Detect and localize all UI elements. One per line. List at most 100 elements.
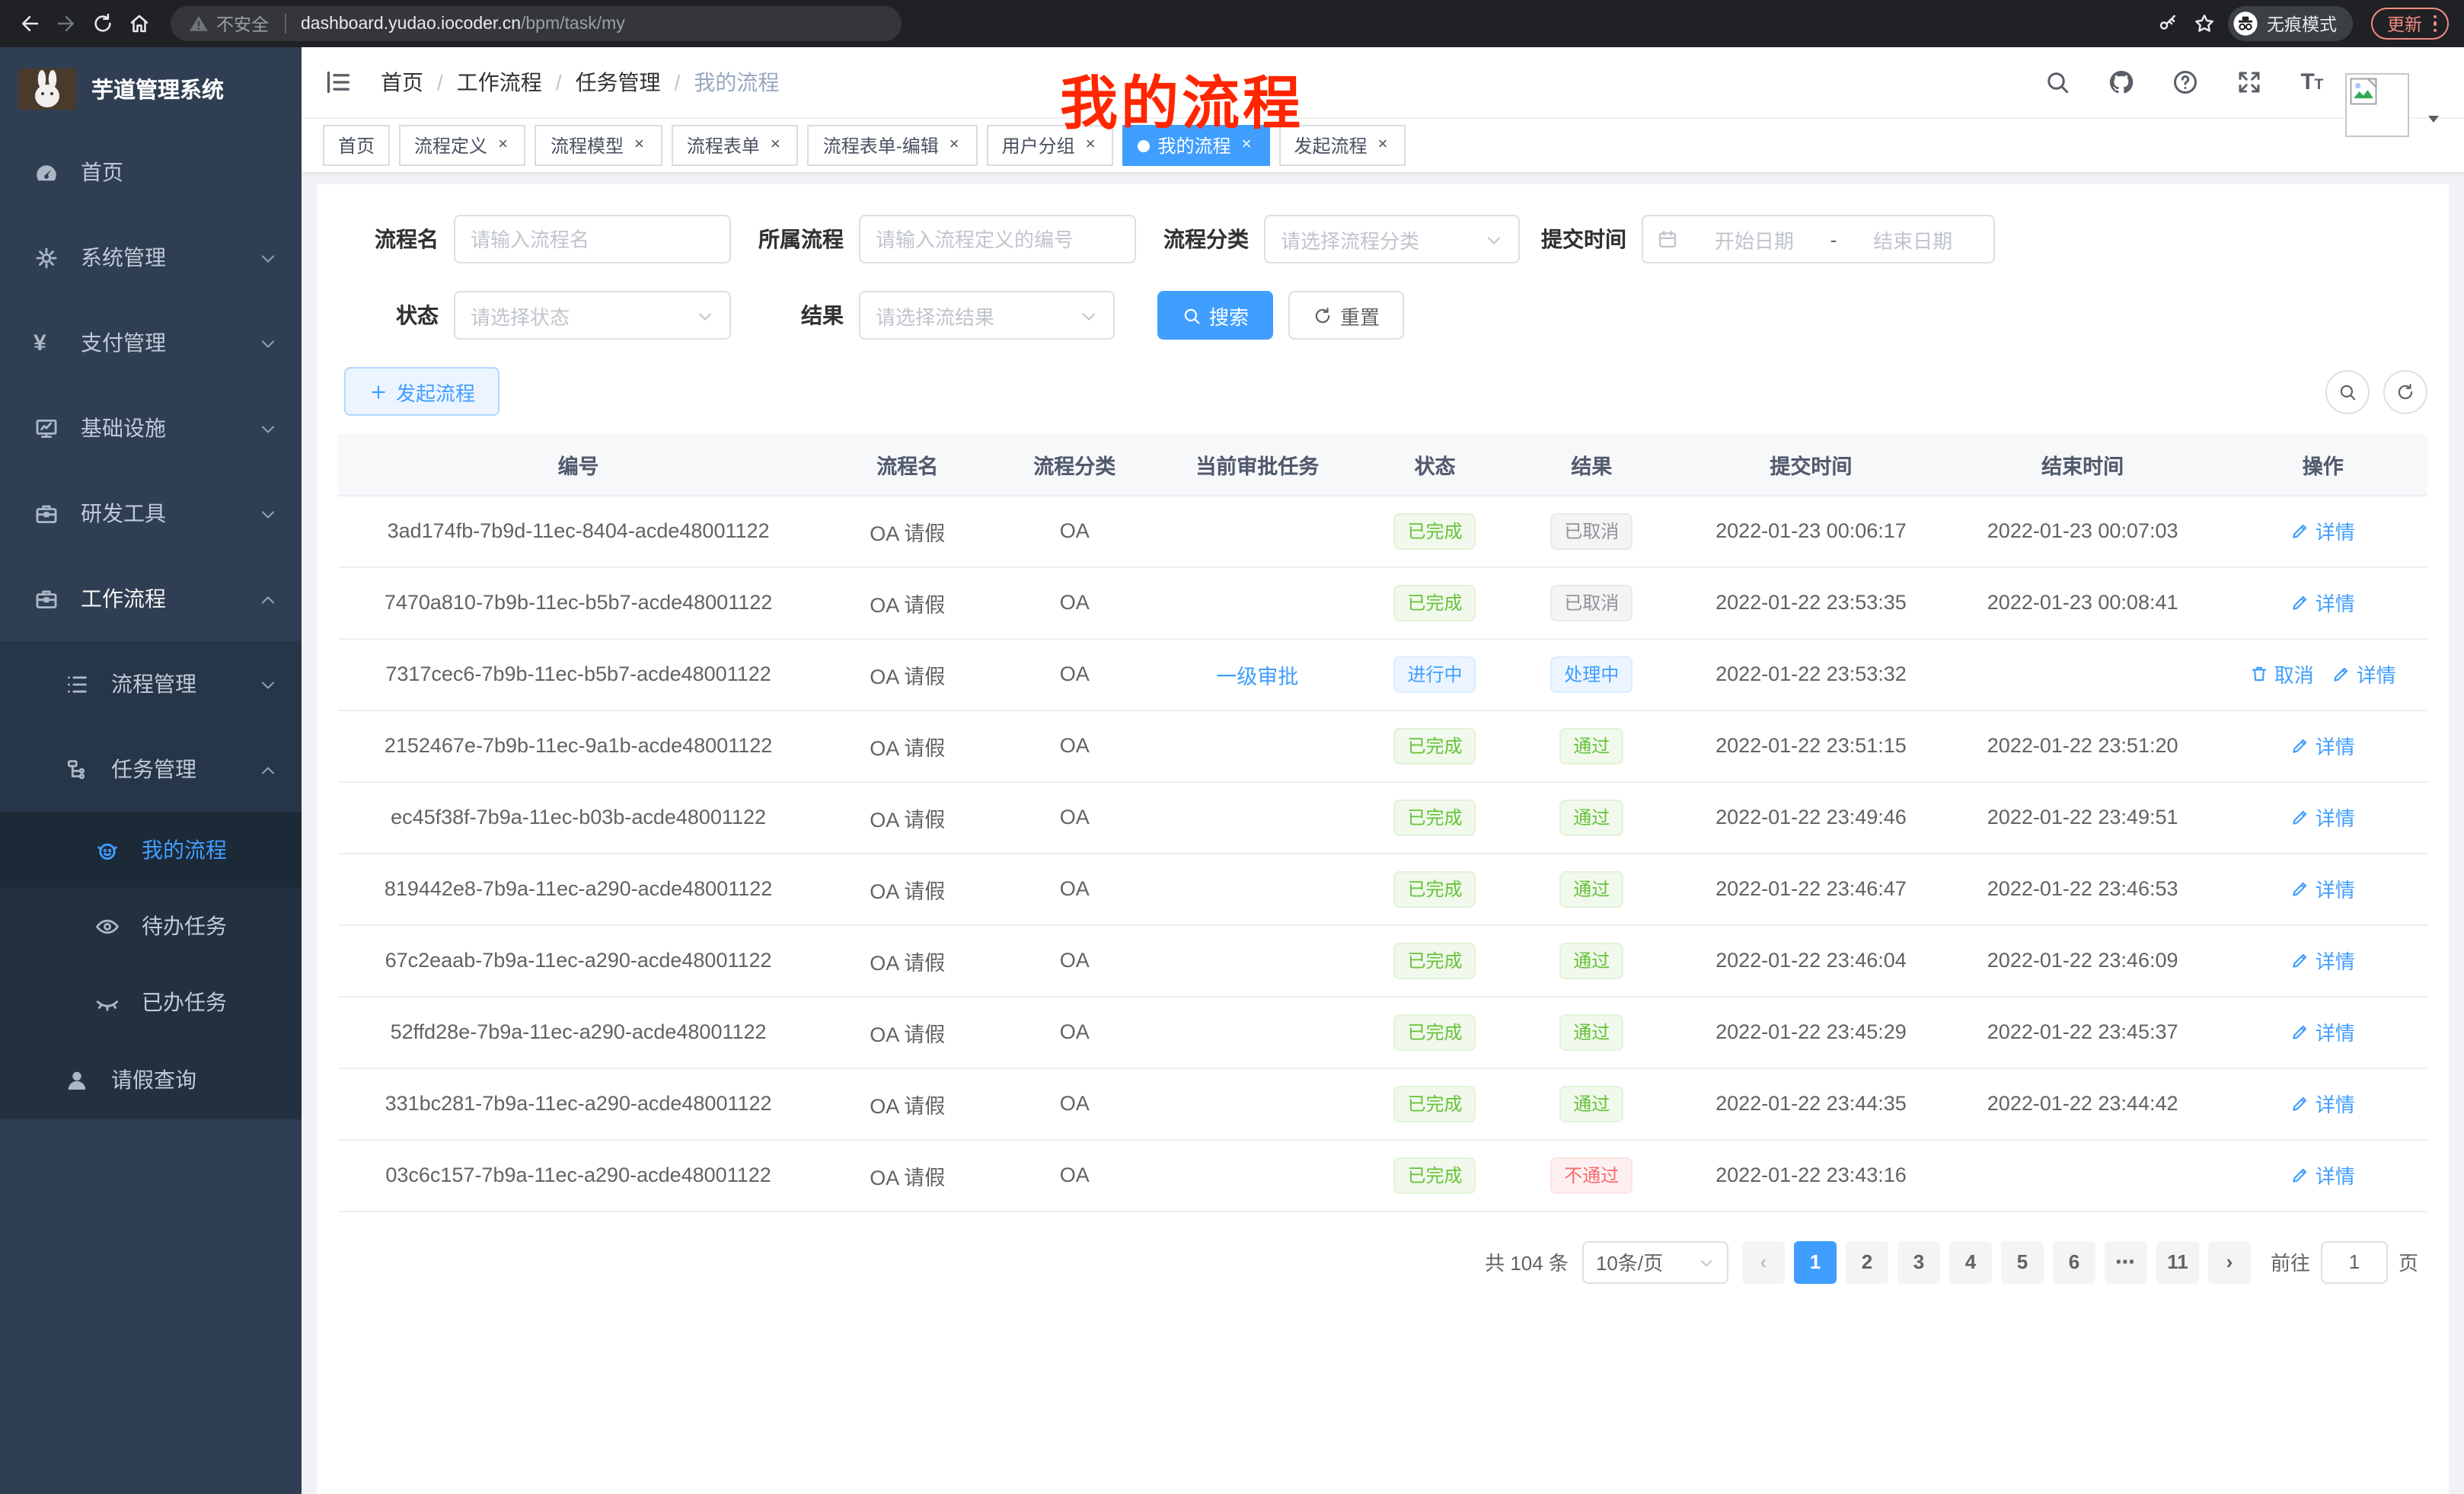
browser-forward-icon[interactable] [52, 10, 79, 37]
process-id: 7470a810-7b9b-11ec-b5b7-acde48001122 [385, 591, 772, 614]
close-tab-icon[interactable]: × [495, 136, 511, 155]
font-size-icon[interactable]: TT [2298, 67, 2328, 97]
sidebar-item-支付管理[interactable]: ¥ 支付管理 [0, 300, 302, 385]
sidebar-item-流程管理[interactable]: 流程管理 [0, 641, 302, 726]
refresh-icon [1313, 305, 1333, 325]
breadcrumb-workflow[interactable]: 工作流程 [457, 67, 542, 97]
sidebar-item-我的流程[interactable]: 我的流程 [0, 812, 302, 888]
detail-action[interactable]: 详情 [2291, 803, 2355, 832]
detail-action[interactable]: 详情 [2291, 1160, 2355, 1189]
submit-time: 2022-01-22 23:44:35 [1716, 1092, 1907, 1115]
browser-menu-icon[interactable] [2433, 15, 2437, 33]
page-button-1[interactable]: 1 [1794, 1240, 1837, 1283]
tag-tabs-bar: 首页 流程定义 × 流程模型 × 流程表单 × 流程表单-编辑 × 用户分组 ×… [302, 117, 2464, 172]
prev-page-button: ‹ [1742, 1240, 1785, 1283]
tab-流程模型[interactable]: 流程模型 × [535, 125, 662, 166]
tab-流程定义[interactable]: 流程定义 × [399, 125, 526, 166]
next-page-button[interactable]: › [2208, 1240, 2251, 1283]
sidebar-item-首页[interactable]: 首页 [0, 129, 302, 215]
submit-time: 2022-01-22 23:43:16 [1716, 1164, 1907, 1186]
create-process-button[interactable]: 发起流程 [344, 367, 500, 416]
breadcrumb-home[interactable]: 首页 [381, 67, 423, 97]
current-task[interactable]: 一级审批 [1216, 665, 1298, 688]
result-select[interactable]: 请选择流结果 [859, 291, 1115, 340]
close-tab-icon[interactable]: × [631, 136, 647, 155]
menu-icon [64, 756, 90, 782]
process-category: OA [1060, 1164, 1090, 1186]
status-select[interactable]: 请选择状态 [454, 291, 731, 340]
page-button-2[interactable]: 2 [1846, 1240, 1888, 1283]
browser-home-icon[interactable] [125, 10, 152, 37]
close-tab-icon[interactable]: × [946, 136, 962, 155]
search-icon [1182, 305, 1202, 325]
breadcrumb-task[interactable]: 任务管理 [576, 67, 661, 97]
table-row: 3ad174fb-7b9d-11ec-8404-acde48001122OA 请… [338, 495, 2427, 567]
help-icon[interactable] [2170, 67, 2201, 97]
end-time: 2022-01-22 23:46:53 [1987, 877, 2178, 900]
sidebar-item-基础设施[interactable]: 基础设施 [0, 385, 302, 471]
submit-time-range-picker[interactable]: 开始日期 - 结束日期 [1642, 215, 1995, 263]
reset-button[interactable]: 重置 [1288, 291, 1404, 340]
page-button-5[interactable]: 5 [2001, 1240, 2044, 1283]
tab-流程表单[interactable]: 流程表单 × [672, 125, 799, 166]
plus-icon [369, 381, 388, 401]
refresh-table-button[interactable] [2383, 369, 2427, 413]
sidebar-item-系统管理[interactable]: 系统管理 [0, 215, 302, 300]
sidebar-item-请假查询[interactable]: 请假查询 [0, 1040, 302, 1119]
page-button-3[interactable]: 3 [1897, 1240, 1940, 1283]
sidebar-toggle-icon[interactable] [323, 67, 353, 97]
result-badge: 已取消 [1550, 584, 1633, 621]
category-select[interactable]: 请选择流程分类 [1264, 215, 1520, 263]
search-button[interactable]: 搜索 [1157, 291, 1273, 340]
detail-action[interactable]: 详情 [2291, 874, 2355, 903]
github-icon[interactable] [2106, 67, 2137, 97]
browser-reload-icon[interactable] [88, 10, 116, 37]
avatar[interactable] [2345, 73, 2409, 137]
cancel-action[interactable]: 取消 [2250, 659, 2314, 688]
detail-action[interactable]: 详情 [2291, 731, 2355, 760]
definition-input[interactable] [876, 228, 1119, 251]
detail-action[interactable]: 详情 [2291, 946, 2355, 975]
sidebar-item-任务管理[interactable]: 任务管理 [0, 726, 302, 812]
column-header: 结束时间 [1947, 434, 2219, 495]
page-button-4[interactable]: 4 [1949, 1240, 1992, 1283]
detail-action[interactable]: 详情 [2291, 588, 2355, 617]
bookmark-star-icon[interactable] [2191, 10, 2218, 37]
show-search-toggle-button[interactable] [2325, 369, 2370, 413]
detail-action[interactable]: 详情 [2291, 1017, 2355, 1046]
password-key-icon[interactable] [2154, 10, 2182, 37]
page-button-6[interactable]: 6 [2053, 1240, 2095, 1283]
search-icon[interactable] [2042, 67, 2073, 97]
app-logo[interactable]: 芋道管理系统 [0, 47, 302, 129]
detail-action[interactable]: 详情 [2332, 659, 2396, 688]
menu-icon [34, 415, 59, 441]
sidebar-item-待办任务[interactable]: 待办任务 [0, 888, 302, 964]
result-badge: 通过 [1559, 727, 1623, 764]
goto-page-input[interactable] [2321, 1240, 2388, 1283]
address-bar[interactable]: 不安全 dashboard.yudao.iocoder.cn/bpm/task/… [171, 6, 902, 41]
process-name-input[interactable] [471, 228, 714, 251]
sidebar-item-研发工具[interactable]: 研发工具 [0, 471, 302, 556]
tab-流程表单-编辑[interactable]: 流程表单-编辑 × [808, 125, 978, 166]
result-label: 结果 [731, 300, 859, 330]
process-category: OA [1060, 519, 1090, 542]
tab-首页[interactable]: 首页 [323, 125, 390, 166]
process-category: OA [1060, 734, 1090, 757]
sidebar-item-工作流程[interactable]: 工作流程 [0, 556, 302, 641]
fullscreen-icon[interactable] [2234, 67, 2265, 97]
page-size-select[interactable]: 10条/页 [1582, 1240, 1728, 1283]
process-name: OA 请假 [870, 951, 945, 974]
browser-back-icon[interactable] [15, 10, 43, 37]
page-button-11[interactable]: 11 [2156, 1240, 2199, 1283]
table-row: 819442e8-7b9a-11ec-a290-acde48001122OA 请… [338, 853, 2427, 924]
close-tab-icon[interactable]: × [1374, 136, 1390, 155]
close-tab-icon[interactable]: × [768, 136, 784, 155]
pagination: 共 104 条 10条/页 ‹123456⋯11› 前往 页 [338, 1240, 2418, 1283]
table-row: 2152467e-7b9b-11ec-9a1b-acde48001122OA 请… [338, 710, 2427, 781]
detail-action[interactable]: 详情 [2291, 1089, 2355, 1118]
detail-action[interactable]: 详情 [2291, 516, 2355, 545]
more-pages-button[interactable]: ⋯ [2105, 1240, 2147, 1283]
browser-update-button[interactable]: 更新 [2370, 8, 2449, 40]
user-menu-caret-icon[interactable] [2424, 108, 2443, 126]
sidebar-item-已办任务[interactable]: 已办任务 [0, 964, 302, 1040]
